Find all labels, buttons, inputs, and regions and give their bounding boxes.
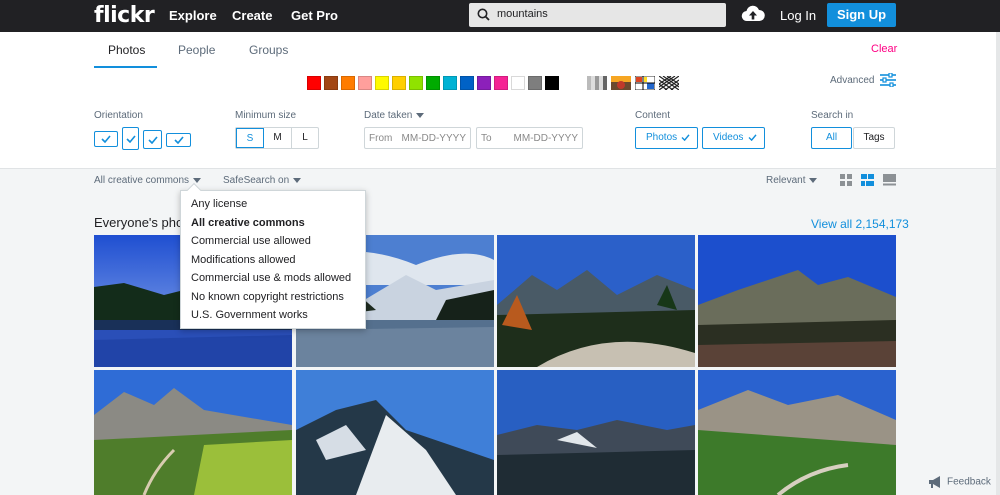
color-swatch[interactable] xyxy=(494,76,508,90)
view-all-link[interactable]: View all 2,154,173 xyxy=(811,217,909,231)
photo-thumbnail[interactable] xyxy=(497,235,695,367)
date-from-field[interactable]: From MM-DD-YYYY xyxy=(364,127,471,149)
color-swatch[interactable] xyxy=(341,76,355,90)
content-videos-toggle[interactable]: Videos xyxy=(702,127,765,149)
date-taken-label[interactable]: Date taken xyxy=(364,110,425,121)
date-from-label: From xyxy=(369,133,393,144)
photo-thumbnail[interactable] xyxy=(698,235,896,367)
depth-of-field-style-icon[interactable] xyxy=(611,76,631,90)
signup-button[interactable]: Sign Up xyxy=(827,3,896,27)
color-swatch[interactable] xyxy=(324,76,338,90)
date-from-placeholder: MM-DD-YYYY xyxy=(401,133,466,144)
search-in-all-button[interactable]: All xyxy=(811,127,852,149)
sliders-icon[interactable] xyxy=(880,73,896,87)
license-option-modifications[interactable]: Modifications allowed xyxy=(191,254,296,266)
license-option-no-copyright[interactable]: No known copyright restrictions xyxy=(191,291,344,303)
search-in-label: Search in xyxy=(811,110,854,121)
license-option-any[interactable]: Any license xyxy=(191,198,247,210)
color-swatch[interactable] xyxy=(528,76,542,90)
date-to-field[interactable]: To MM-DD-YYYY xyxy=(476,127,583,149)
date-to-label: To xyxy=(481,133,492,144)
size-option-small[interactable]: S xyxy=(236,128,264,148)
color-swatch[interactable] xyxy=(545,76,559,90)
content-label: Content xyxy=(635,110,671,121)
color-swatch[interactable] xyxy=(307,76,321,90)
feedback-button[interactable]: Feedback xyxy=(928,476,991,488)
tab-photos[interactable]: Photos xyxy=(108,43,145,57)
nav-explore[interactable]: Explore xyxy=(169,8,217,23)
license-option-commercial-mods[interactable]: Commercial use & mods allowed xyxy=(191,272,351,284)
top-navigation-bar: flickr Explore Create Get Pro mountains … xyxy=(0,0,1000,32)
orientation-square-checkbox[interactable] xyxy=(143,130,162,149)
megaphone-icon xyxy=(929,476,940,488)
color-swatch[interactable] xyxy=(375,76,389,90)
login-link[interactable]: Log In xyxy=(780,8,816,23)
photo-thumbnail[interactable] xyxy=(94,370,292,495)
photo-thumbnail[interactable] xyxy=(497,370,695,495)
results-heading: Everyone's pho xyxy=(94,215,184,230)
pattern-style-icon[interactable] xyxy=(659,76,679,90)
clear-filters-link[interactable]: Clear xyxy=(871,43,897,55)
check-icon xyxy=(748,134,757,141)
orientation-portrait-checkbox[interactable] xyxy=(122,127,139,150)
tab-people[interactable]: People xyxy=(178,43,215,57)
license-dropdown-menu: Any license All creative commons Commerc… xyxy=(180,182,366,329)
sort-dropdown[interactable]: Relevant xyxy=(766,175,818,186)
nav-create[interactable]: Create xyxy=(232,8,272,23)
cloud-upload-icon[interactable] xyxy=(741,5,765,23)
search-in-tags-button[interactable]: Tags xyxy=(853,127,895,149)
active-tab-indicator xyxy=(94,66,157,68)
search-input[interactable]: mountains xyxy=(469,3,726,27)
color-swatch[interactable] xyxy=(426,76,440,90)
orientation-label: Orientation xyxy=(94,110,143,121)
minimum-size-label: Minimum size xyxy=(235,110,297,121)
size-option-medium[interactable]: M xyxy=(264,128,292,148)
chevron-down-icon xyxy=(416,112,425,118)
color-swatch[interactable] xyxy=(358,76,372,90)
orientation-panorama-checkbox[interactable] xyxy=(166,133,191,147)
color-swatch[interactable] xyxy=(409,76,423,90)
orientation-landscape-checkbox[interactable] xyxy=(94,131,118,147)
check-icon xyxy=(101,135,111,143)
license-option-commercial[interactable]: Commercial use allowed xyxy=(191,235,311,247)
nav-get-pro[interactable]: Get Pro xyxy=(291,8,338,23)
minimum-size-selector: S M L xyxy=(235,127,319,149)
minimalism-style-icon[interactable] xyxy=(635,76,655,90)
page-scrollbar[interactable] xyxy=(996,32,1000,495)
justified-view-icon[interactable] xyxy=(861,174,874,186)
search-icon xyxy=(477,8,490,21)
safesearch-dropdown[interactable]: SafeSearch on xyxy=(223,175,302,186)
license-filter-dropdown[interactable]: All creative commons xyxy=(94,175,202,186)
advanced-link[interactable]: Advanced xyxy=(830,75,874,86)
check-icon xyxy=(125,134,136,143)
style-filter-row xyxy=(587,76,679,90)
color-swatch[interactable] xyxy=(477,76,491,90)
license-option-us-government[interactable]: U.S. Government works xyxy=(191,309,308,321)
chevron-down-icon xyxy=(293,177,302,183)
license-option-all-creative-commons[interactable]: All creative commons xyxy=(191,217,305,229)
color-swatch[interactable] xyxy=(460,76,474,90)
chevron-down-icon xyxy=(809,177,818,183)
chevron-down-icon xyxy=(193,177,202,183)
search-query-text: mountains xyxy=(497,8,548,20)
black-and-white-style-icon[interactable] xyxy=(587,76,607,90)
color-swatch[interactable] xyxy=(511,76,525,90)
color-swatch-row xyxy=(307,76,559,90)
flickr-logo[interactable]: flickr xyxy=(94,3,155,28)
color-swatch[interactable] xyxy=(443,76,457,90)
content-photos-toggle[interactable]: Photos xyxy=(635,127,698,149)
photo-thumbnail[interactable] xyxy=(296,370,494,495)
check-icon xyxy=(147,135,158,144)
tab-groups[interactable]: Groups xyxy=(249,43,288,57)
date-to-placeholder: MM-DD-YYYY xyxy=(513,133,578,144)
size-option-large[interactable]: L xyxy=(292,128,318,148)
grid-small-view-icon[interactable] xyxy=(840,174,852,186)
check-icon xyxy=(173,136,184,144)
color-swatch[interactable] xyxy=(392,76,406,90)
photo-thumbnail[interactable] xyxy=(698,370,896,495)
large-view-icon[interactable] xyxy=(883,174,896,186)
check-icon xyxy=(681,134,690,141)
